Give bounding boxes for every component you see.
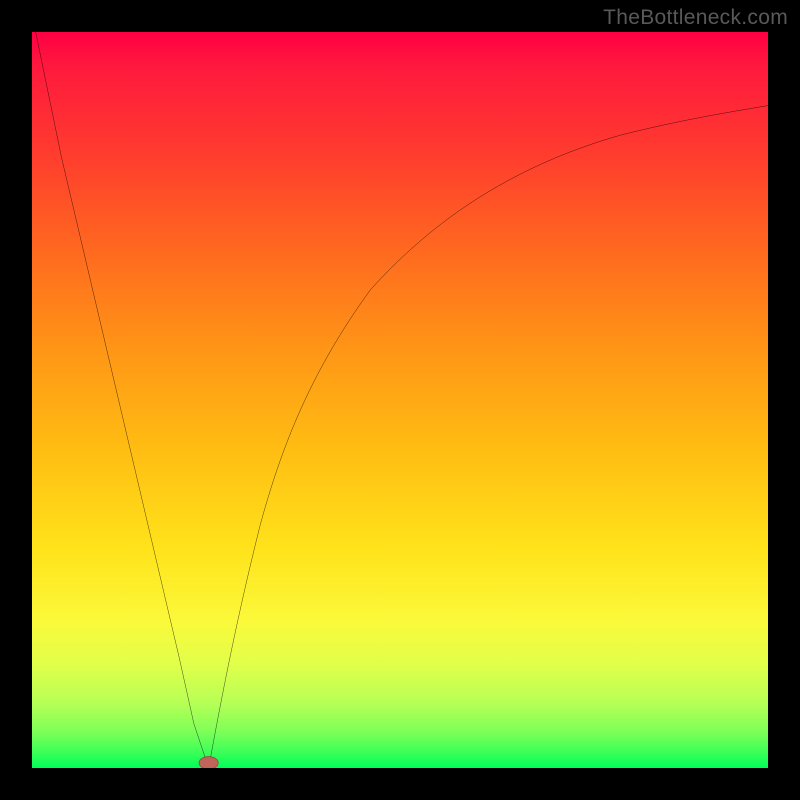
chart-frame: TheBottleneck.com: [0, 0, 800, 800]
curve-right-branch: [209, 106, 768, 768]
minimum-marker: [199, 757, 218, 768]
curve-left-branch: [36, 32, 209, 768]
bottleneck-curve: [32, 32, 768, 768]
plot-area: [32, 32, 768, 768]
watermark-text: TheBottleneck.com: [603, 6, 788, 30]
